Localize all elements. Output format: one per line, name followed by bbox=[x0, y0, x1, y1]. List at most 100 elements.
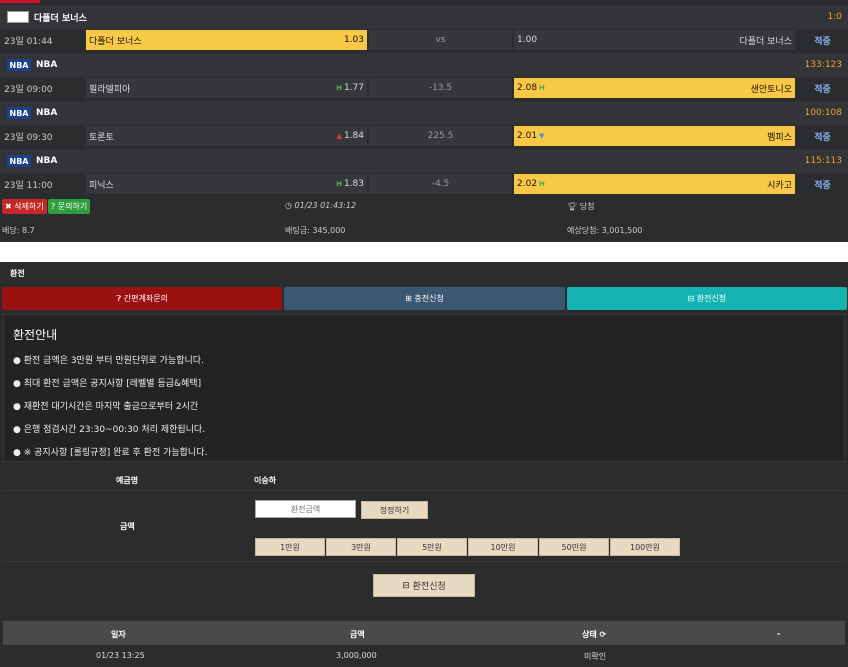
guide-box: 환전안내 ● 환전 금액은 3만원 부터 만원단위로 가능합니다. ● 최대 환… bbox=[3, 314, 845, 462]
guide-item: ● 재환전 대기시간은 마지막 출금으로부터 2시간 bbox=[13, 402, 199, 412]
delete-label: 삭제하기 bbox=[14, 202, 44, 211]
guide-item: ● 은행 점검시간 23:30~00:30 처리 제한됩니다. bbox=[13, 425, 206, 435]
away-odds-cell[interactable]: 2.01 ▼ 멤피스 bbox=[514, 126, 795, 146]
table-row: 01/23 13:25 3,000,000 미확인 bbox=[3, 645, 845, 667]
question-icon: ❓︎ bbox=[116, 293, 124, 303]
history-table: 일자 금액 상태 ⟳ - 01/23 13:25 3,000,000 미확인 bbox=[3, 621, 845, 667]
game-time: 23일 01:44 bbox=[4, 36, 53, 47]
delete-button[interactable]: ✖ 삭제하기 bbox=[2, 199, 47, 214]
league-name: NBA bbox=[36, 60, 58, 70]
mid-cell[interactable]: -4.5 bbox=[369, 174, 512, 194]
exchange-tabs: ❓︎ 간편계좌문의 ⊞ 충전신청 ⊟ 환전신청 bbox=[2, 287, 847, 310]
nba-logo-icon: NBA bbox=[7, 59, 31, 71]
league-name: 다폴더 보너스 bbox=[34, 13, 87, 24]
refresh-icon[interactable]: ⟳ bbox=[597, 630, 607, 639]
minus-icon: ⊟ bbox=[402, 580, 413, 591]
bet-datetime: ◷ 01/23 01:43:12 bbox=[285, 201, 356, 210]
mid-cell[interactable]: 225.5 bbox=[369, 126, 512, 146]
tab-label: 충전신청 bbox=[414, 294, 444, 303]
amount-button[interactable]: 10만원 bbox=[468, 538, 538, 556]
nba-logo-icon: NBA bbox=[7, 155, 31, 167]
game-row: 23일 09:30 토론토 ▲ 1.84 225.5 2.01 ▼ 멤피스 적중 bbox=[0, 125, 848, 147]
broken-image-icon bbox=[7, 11, 29, 23]
inquiry-button[interactable]: ? 문의하기 bbox=[48, 199, 91, 214]
amount-button[interactable]: 100만원 bbox=[610, 538, 680, 556]
away-team: 시카고 bbox=[767, 180, 792, 191]
datetime-value: 01/23 01:43:12 bbox=[294, 201, 357, 210]
handicap-icon: H bbox=[539, 180, 545, 188]
home-odds-cell[interactable]: 피닉스 H 1.83 bbox=[86, 174, 367, 194]
league-score: 133:123 bbox=[804, 60, 842, 70]
guide-title: 환전안내 bbox=[13, 328, 58, 342]
mid-cell[interactable]: -13.5 bbox=[369, 78, 512, 98]
status-label: 적중 bbox=[814, 36, 831, 47]
amount-button[interactable]: 50만원 bbox=[539, 538, 609, 556]
total-odds: 배당: 8.7 bbox=[2, 226, 35, 235]
result-value: 당첨 bbox=[579, 202, 595, 211]
submit-button[interactable]: ⊟ 환전신청 bbox=[373, 574, 475, 597]
mid-cell[interactable]: vs bbox=[369, 30, 512, 50]
home-odds-cell[interactable]: 다폴더 보너스 1.03 bbox=[86, 30, 367, 50]
bet-stake: 배팅금: 345,000 bbox=[285, 226, 346, 235]
mid-value: -13.5 bbox=[428, 83, 453, 93]
amount-input[interactable] bbox=[255, 500, 356, 518]
row-status: 미확인 bbox=[584, 652, 607, 661]
divider bbox=[3, 561, 845, 562]
guide-item: ● 최대 환전 금액은 공지사항 [레벨별 등급&혜택] bbox=[13, 379, 202, 389]
tab-label: 간편계좌문의 bbox=[123, 294, 168, 303]
away-odds-cell[interactable]: 2.08 H 샌안토니오 bbox=[514, 78, 795, 98]
league-header: 다폴더 보너스 1:0 bbox=[0, 5, 848, 29]
league-name: NBA bbox=[36, 156, 58, 166]
home-odds: 1.84 bbox=[343, 131, 364, 141]
tab-withdraw[interactable]: ⊟ 환전신청 bbox=[566, 287, 847, 310]
league-header: NBA NBA 115:113 bbox=[0, 149, 848, 173]
amount-label: 금액 bbox=[120, 522, 135, 531]
amount-button[interactable]: 3만원 bbox=[326, 538, 396, 556]
home-odds: 1.03 bbox=[343, 35, 364, 45]
league-score: 1:0 bbox=[827, 12, 842, 22]
mid-value: -4.5 bbox=[431, 179, 450, 189]
tab-deposit[interactable]: ⊞ 충전신청 bbox=[284, 287, 565, 310]
history-header: 일자 금액 상태 ⟳ - bbox=[3, 621, 845, 645]
status-header-label: 상태 bbox=[582, 630, 597, 639]
handicap-icon: H bbox=[539, 84, 545, 92]
home-odds: 1.83 bbox=[343, 179, 364, 189]
submit-label: 환전신청 bbox=[412, 582, 446, 592]
game-row: 23일 09:00 필라델피아 H 1.77 -13.5 2.08 H 샌안토니오 적중 bbox=[0, 77, 848, 99]
tab-account-inquiry[interactable]: ❓︎ 간편계좌문의 bbox=[2, 287, 283, 310]
game-time: 23일 09:30 bbox=[4, 132, 53, 143]
header-date: 일자 bbox=[111, 630, 126, 639]
mid-value: vs bbox=[435, 35, 446, 45]
home-team: 피닉스 bbox=[89, 180, 114, 191]
accent-line bbox=[0, 0, 40, 3]
withdraw-form: 예금명 이승하 금액 정정하기 1만원 3만원 5만원 10만원 50만원 10… bbox=[3, 466, 845, 610]
bet-slip: 다폴더 보너스 1:0 23일 01:44 다폴더 보너스 1.03 vs 1.0… bbox=[0, 0, 848, 242]
header-action: - bbox=[777, 629, 781, 638]
league-header: NBA NBA 100:108 bbox=[0, 101, 848, 125]
away-odds-cell[interactable]: 2.02 H 시카고 bbox=[514, 174, 795, 194]
home-odds-cell[interactable]: 토론토 ▲ 1.84 bbox=[86, 126, 367, 146]
close-icon: ✖ bbox=[5, 202, 15, 211]
bet-result: 🏆︎ 당첨 bbox=[567, 201, 594, 212]
row-date: 01/23 13:25 bbox=[96, 651, 145, 660]
plus-icon: ⊞ bbox=[405, 294, 415, 303]
handicap-icon: H bbox=[336, 180, 342, 188]
away-odds-cell[interactable]: 1.00 다폴더 보너스 bbox=[514, 30, 795, 50]
home-odds-cell[interactable]: 필라델피아 H 1.77 bbox=[86, 78, 367, 98]
home-team: 필라델피아 bbox=[89, 84, 131, 95]
section-title: 환전 bbox=[10, 269, 25, 278]
question-icon: ? bbox=[51, 202, 58, 211]
mid-value: 225.5 bbox=[427, 131, 454, 141]
league-score: 115:113 bbox=[804, 156, 842, 166]
game-row: 23일 01:44 다폴더 보너스 1.03 vs 1.00 다폴더 보너스 적중 bbox=[0, 29, 848, 51]
away-odds: 2.01 bbox=[517, 131, 538, 141]
home-odds: 1.77 bbox=[343, 83, 364, 93]
game-row: 23일 11:00 피닉스 H 1.83 -4.5 2.02 H 시카고 적중 bbox=[0, 173, 848, 195]
reset-button[interactable]: 정정하기 bbox=[361, 501, 428, 519]
amount-button[interactable]: 5만원 bbox=[397, 538, 467, 556]
amount-button[interactable]: 1만원 bbox=[255, 538, 325, 556]
depositor-value: 이승하 bbox=[254, 476, 277, 485]
arrow-up-icon: ▲ bbox=[336, 132, 342, 140]
trophy-icon: 🏆︎ bbox=[567, 202, 580, 211]
away-odds: 1.00 bbox=[517, 35, 538, 45]
